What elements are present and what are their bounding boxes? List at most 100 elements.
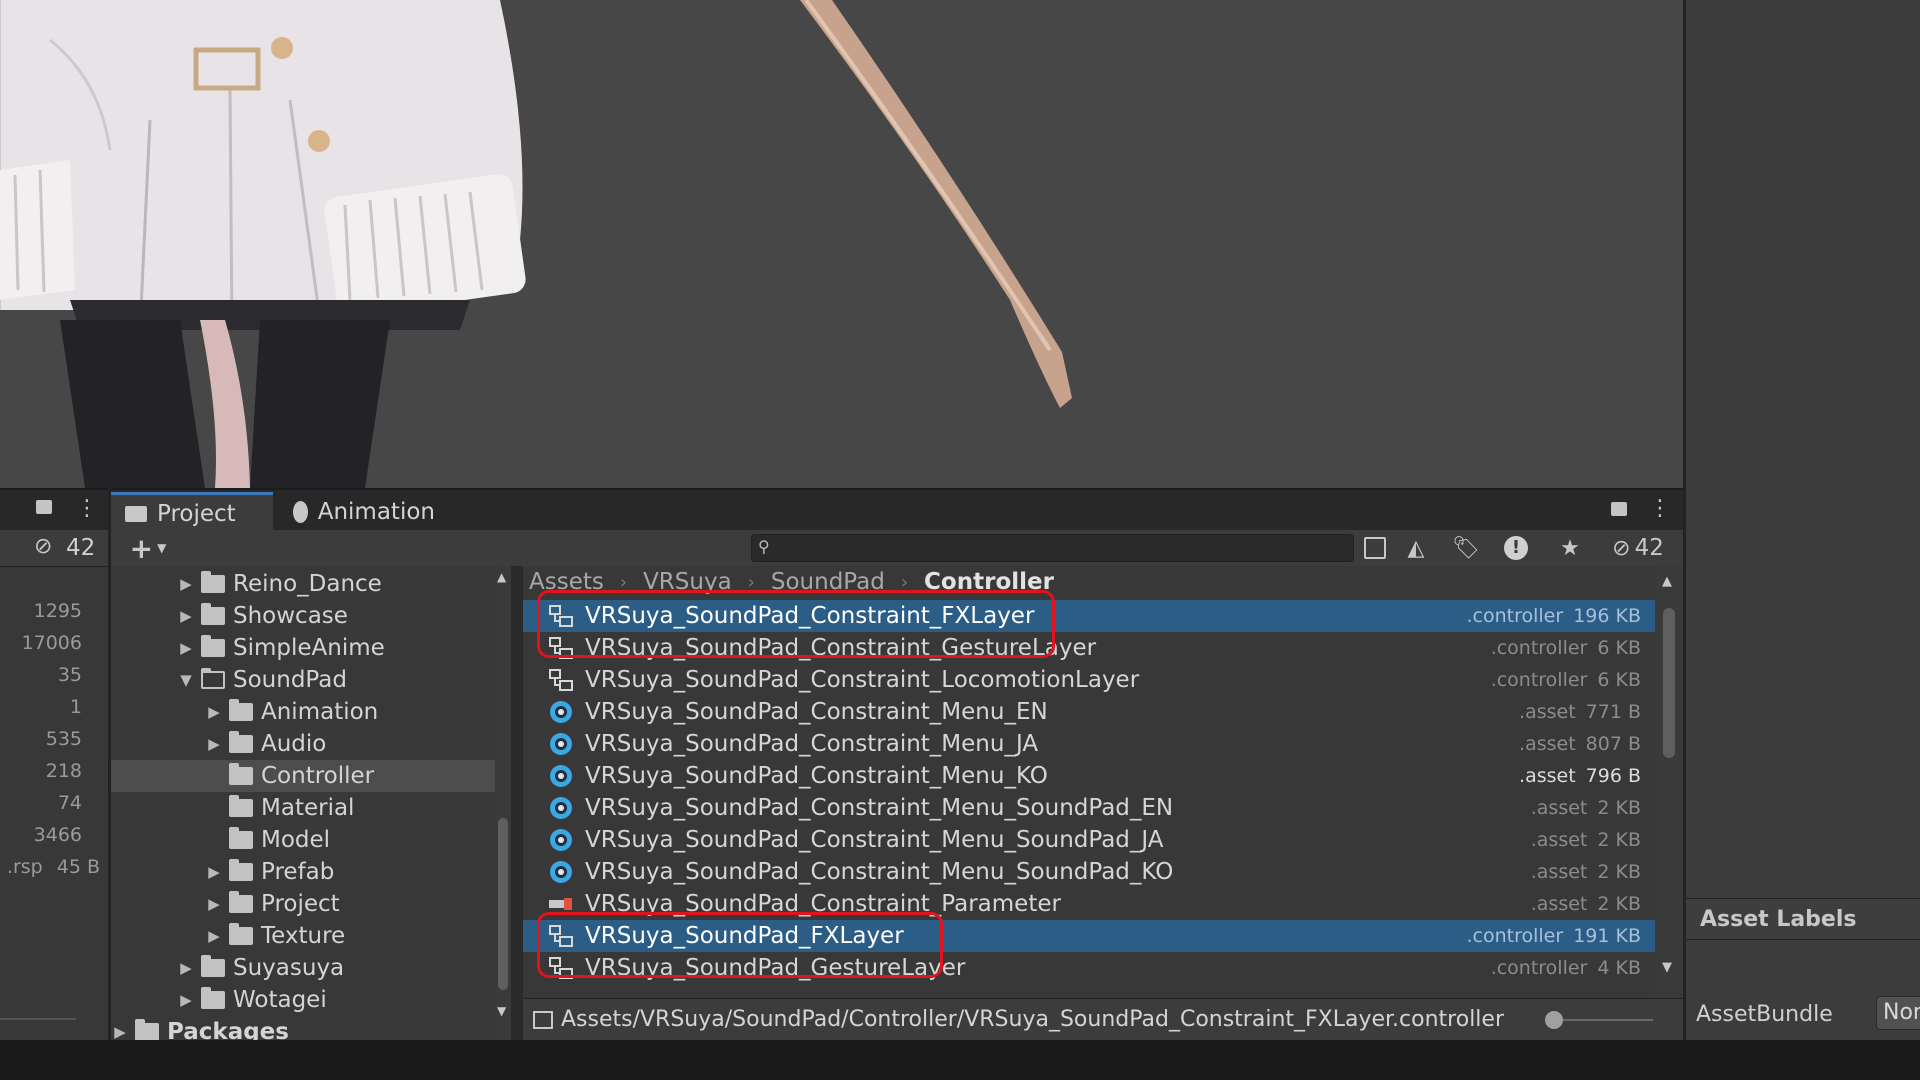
tree-item[interactable]: ▶ Packages (111, 1016, 495, 1040)
file-ext: .controller (1490, 957, 1588, 979)
kebab-menu-icon[interactable]: ⋮ (76, 496, 98, 521)
tree-item-label: Texture (261, 923, 346, 949)
file-row[interactable]: VRSuya_SoundPad_Constraint_Menu_SoundPad… (523, 824, 1655, 856)
folder-icon (229, 859, 253, 881)
file-meta: .controller 4 KB (1491, 957, 1641, 979)
file-row[interactable]: VRSuya_SoundPad_Constraint_GestureLayer.… (523, 632, 1655, 664)
tree-item[interactable]: ▶ Prefab (111, 856, 495, 888)
file-size: 45 B (56, 856, 100, 878)
tree-item[interactable]: ▼ SoundPad (111, 664, 495, 696)
warning-icon: ! (1504, 536, 1528, 560)
collapsed-arrow-icon[interactable]: ▶ (177, 607, 195, 625)
kebab-menu-icon[interactable]: ⋮ (1649, 496, 1671, 521)
file-row[interactable]: VRSuya_SoundPad_Constraint_Menu_EN .asset… (523, 696, 1655, 728)
favorites-button[interactable]: ★ (1555, 534, 1585, 562)
breadcrumb-separator-icon: › (747, 571, 755, 593)
collapsed-arrow-icon[interactable]: ▶ (177, 639, 195, 657)
collapsed-arrow-icon[interactable]: ▶ (177, 991, 195, 1009)
asset-bundle-dropdown[interactable]: Nor (1876, 996, 1920, 1030)
folder-tree-scrollbar[interactable]: ▲ ▼ (495, 566, 511, 1040)
slider-knob[interactable] (1545, 1011, 1563, 1029)
file-row[interactable]: VRSuya_SoundPad_Constraint_Menu_SoundPad… (523, 792, 1655, 824)
file-ext: .asset (1530, 861, 1588, 883)
tab-animation[interactable]: Animation (279, 492, 449, 532)
file-row[interactable]: VRSuya_SoundPad_Constraint_FXLayer .contr… (523, 600, 1655, 632)
file-ext: .asset (1530, 797, 1588, 819)
icon-size-slider[interactable] (1545, 1011, 1653, 1029)
breadcrumb-item[interactable]: VRSuya (643, 569, 732, 595)
collapsed-arrow-icon[interactable]: ▶ (205, 703, 223, 721)
left-panel-value: 535 (45, 728, 82, 750)
inspector-panel: Asset Labels AssetBundle Nor (1683, 0, 1920, 1040)
scene-view[interactable] (0, 0, 1683, 488)
tree-item[interactable]: ▶ Animation (111, 696, 495, 728)
tree-item[interactable]: Model (111, 824, 495, 856)
tree-item[interactable]: Material (111, 792, 495, 824)
scroll-down-arrow-icon[interactable]: ▼ (1662, 960, 1672, 975)
file-name: VRSuya_SoundPad_Constraint_GestureLayer (585, 635, 1097, 661)
lock-icon[interactable] (36, 500, 52, 514)
tree-item[interactable]: ▶ SimpleAnime (111, 632, 495, 664)
collapsed-arrow-icon[interactable]: ▶ (177, 575, 195, 593)
scroll-up-arrow-icon[interactable]: ▲ (1662, 574, 1672, 589)
tree-item[interactable]: ▶ Audio (111, 728, 495, 760)
lock-icon[interactable] (1611, 502, 1627, 516)
collapsed-arrow-icon[interactable]: ▶ (177, 959, 195, 977)
expressions-menu-icon (545, 860, 577, 884)
asset-labels-header[interactable]: Asset Labels (1686, 898, 1920, 940)
tree-item[interactable]: ▶ Wotagei (111, 984, 495, 1016)
tree-item-label: Project (261, 891, 340, 917)
left-panel-value: 74 (57, 792, 82, 814)
file-name: VRSuya_SoundPad_Constraint_Menu_SoundPad… (585, 827, 1164, 853)
file-row[interactable]: VRSuya_SoundPad_FXLayer .controller 191 KB (523, 920, 1655, 952)
scroll-up-arrow-icon[interactable]: ▲ (497, 570, 506, 584)
breadcrumb-item[interactable]: Controller (924, 569, 1054, 595)
scrollbar-thumb[interactable] (1663, 608, 1675, 758)
file-row[interactable]: VRSuya_SoundPad_GestureLayer .controller 4… (523, 952, 1655, 984)
file-meta: .controller 6 KB (1491, 637, 1641, 659)
folder-icon (229, 795, 253, 817)
collapsed-arrow-icon[interactable]: ▶ (205, 735, 223, 753)
collapsed-arrow-icon[interactable]: ▶ (111, 1023, 129, 1040)
tab-project[interactable]: Project (111, 492, 273, 532)
tag-icon: 🏷 (1452, 535, 1480, 561)
create-dropdown-button[interactable]: + ▼ (123, 532, 173, 565)
breadcrumb-separator-icon: › (900, 571, 909, 593)
breadcrumb-item[interactable]: SoundPad (771, 569, 885, 595)
collapsed-arrow-icon[interactable]: ▶ (205, 927, 223, 945)
tree-item-label: Animation (261, 699, 379, 725)
collapsed-arrow-icon[interactable]: ▶ (205, 863, 223, 881)
search-field[interactable]: ⚲ (751, 534, 1354, 562)
file-list-scrollbar[interactable]: ▲ ▼ (1655, 566, 1683, 1040)
tree-item[interactable]: ▶ Showcase (111, 600, 495, 632)
filter-by-label-button[interactable]: 🏷 (1451, 534, 1481, 562)
tree-item[interactable]: ▶ Project (111, 888, 495, 920)
animator-controller-icon (545, 668, 577, 692)
file-row[interactable]: VRSuya_SoundPad_Constraint_Menu_KO .asset… (523, 760, 1655, 792)
expanded-arrow-icon[interactable]: ▼ (177, 671, 195, 689)
search-by-scene-button[interactable] (1361, 534, 1389, 562)
file-meta: .asset 771 B (1519, 701, 1641, 723)
tree-item[interactable]: ▶ Suyasuya (111, 952, 495, 984)
tree-item[interactable]: Controller (111, 760, 495, 792)
tree-item[interactable]: ▶ Reino_Dance (111, 568, 495, 600)
tree-item[interactable]: ▶ Texture (111, 920, 495, 952)
scrollbar-thumb[interactable] (498, 818, 508, 990)
folder-open-icon (201, 668, 225, 689)
file-row[interactable]: VRSuya_SoundPad_Constraint_Menu_JA .asset… (523, 728, 1655, 760)
expressions-menu-icon (545, 732, 577, 756)
hidden-toggle-icon[interactable]: ⊘ (34, 534, 52, 559)
file-row[interactable]: VRSuya_SoundPad_Constraint_Menu_SoundPad… (523, 856, 1655, 888)
folder-icon (229, 731, 253, 753)
file-row[interactable]: VRSuya_SoundPad_Constraint_Parameter .ass… (523, 888, 1655, 920)
filter-by-issues-button[interactable]: ! (1501, 534, 1531, 562)
scroll-down-arrow-icon[interactable]: ▼ (497, 1004, 506, 1018)
panel-splitter[interactable] (511, 566, 523, 1040)
breadcrumb-item[interactable]: Assets (529, 569, 604, 595)
collapsed-arrow-icon[interactable]: ▶ (205, 895, 223, 913)
asset-bundle-value: Nor (1883, 1000, 1920, 1025)
file-row[interactable]: VRSuya_SoundPad_Constraint_LocomotionLay… (523, 664, 1655, 696)
hidden-packages-toggle[interactable]: ⊘ 42 (1603, 534, 1673, 562)
filter-by-type-button[interactable]: ◭ (1401, 534, 1431, 562)
left-panel-value: 218 (45, 760, 82, 782)
